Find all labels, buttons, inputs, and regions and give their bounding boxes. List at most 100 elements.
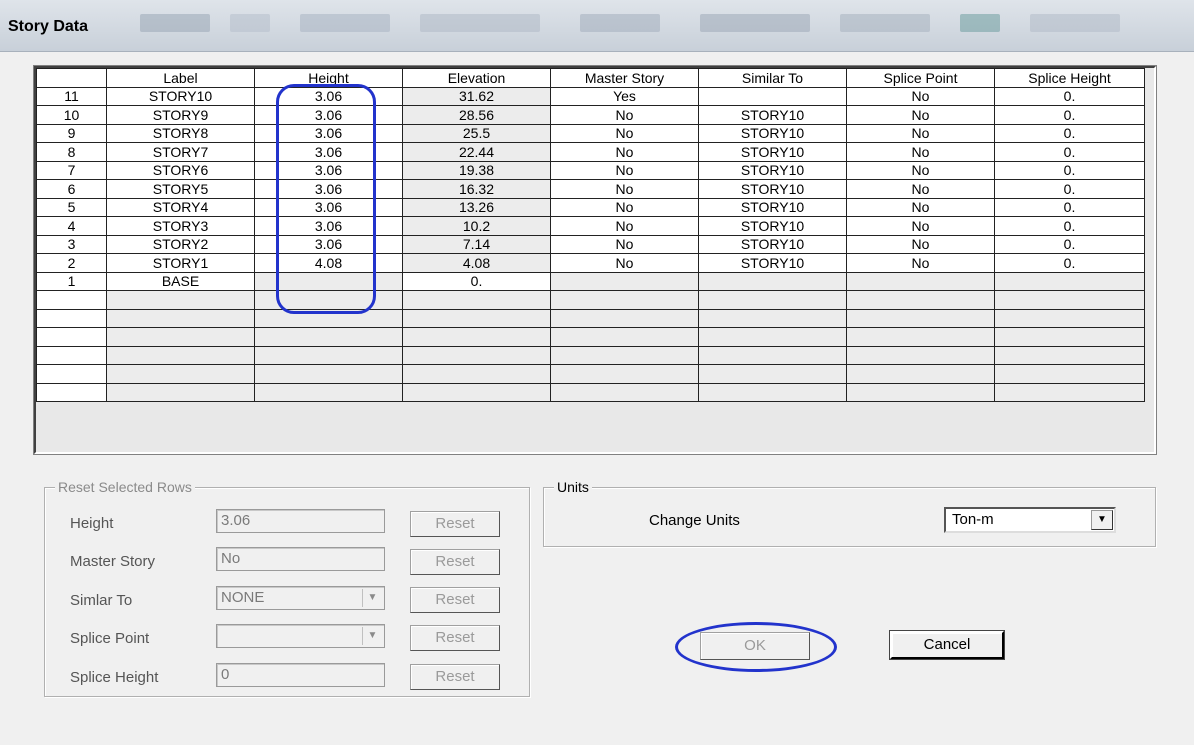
row-number[interactable]: 2: [36, 253, 107, 273]
table-row[interactable]: 1 BASE 0.: [36, 271, 1145, 291]
cell-height[interactable]: 3.06: [254, 86, 403, 106]
empty-cell[interactable]: [106, 290, 255, 310]
cell-similar-to[interactable]: STORY10: [698, 216, 847, 236]
empty-cell[interactable]: [846, 308, 995, 328]
row-number[interactable]: [36, 308, 107, 328]
cell-splice-point[interactable]: No: [846, 105, 995, 125]
cell-similar-to[interactable]: STORY10: [698, 179, 847, 199]
cell-elevation[interactable]: 4.08: [402, 253, 551, 273]
column-header-master-story[interactable]: Master Story: [550, 68, 699, 88]
column-header-label[interactable]: Label: [106, 68, 255, 88]
cell-similar-to[interactable]: STORY10: [698, 160, 847, 180]
cell-label[interactable]: STORY3: [106, 216, 255, 236]
cell-splice-height[interactable]: 0.: [994, 234, 1145, 254]
cell-height[interactable]: 3.06: [254, 234, 403, 254]
table-row[interactable]: 8 STORY7 3.06 22.44 No STORY10 No 0.: [36, 142, 1145, 162]
table-row[interactable]: 5 STORY4 3.06 13.26 No STORY10 No 0.: [36, 197, 1145, 217]
reset-similar-button[interactable]: Reset: [410, 587, 500, 613]
empty-cell[interactable]: [846, 290, 995, 310]
empty-cell[interactable]: [698, 290, 847, 310]
cell-splice-point[interactable]: No: [846, 216, 995, 236]
empty-cell[interactable]: [254, 290, 403, 310]
column-header-height[interactable]: Height: [254, 68, 403, 88]
ok-button[interactable]: OK: [700, 632, 810, 660]
cell-master-story[interactable]: Yes: [550, 86, 699, 106]
cell-height[interactable]: 3.06: [254, 142, 403, 162]
reset-splice-point-button[interactable]: Reset: [410, 625, 500, 651]
cell-splice-height[interactable]: [994, 271, 1145, 291]
table-row[interactable]: 3 STORY2 3.06 7.14 No STORY10 No 0.: [36, 234, 1145, 254]
story-data-grid[interactable]: Label Height Elevation Master Story Simi…: [33, 65, 1157, 455]
empty-cell[interactable]: [698, 345, 847, 365]
empty-cell[interactable]: [994, 290, 1145, 310]
table-row[interactable]: 10 STORY9 3.06 28.56 No STORY10 No 0.: [36, 105, 1145, 125]
empty-cell[interactable]: [254, 382, 403, 402]
row-number[interactable]: 10: [36, 105, 107, 125]
table-row[interactable]: 4 STORY3 3.06 10.2 No STORY10 No 0.: [36, 216, 1145, 236]
cell-master-story[interactable]: No: [550, 142, 699, 162]
cell-master-story[interactable]: No: [550, 253, 699, 273]
cell-height[interactable]: [254, 271, 403, 291]
column-header-similar-to[interactable]: Similar To: [698, 68, 847, 88]
cell-splice-height[interactable]: 0.: [994, 160, 1145, 180]
cell-elevation[interactable]: 16.32: [402, 179, 551, 199]
cell-elevation[interactable]: 19.38: [402, 160, 551, 180]
row-number[interactable]: 9: [36, 123, 107, 143]
empty-cell[interactable]: [846, 382, 995, 402]
cell-label[interactable]: STORY4: [106, 197, 255, 217]
cell-label[interactable]: STORY1: [106, 253, 255, 273]
reset-height-field[interactable]: 3.06: [216, 509, 385, 533]
units-select[interactable]: Ton-m ▼: [944, 507, 1116, 533]
empty-cell[interactable]: [106, 308, 255, 328]
cell-height[interactable]: 3.06: [254, 105, 403, 125]
row-number[interactable]: 5: [36, 197, 107, 217]
cell-similar-to[interactable]: STORY10: [698, 123, 847, 143]
empty-cell[interactable]: [402, 364, 551, 384]
empty-cell[interactable]: [846, 345, 995, 365]
empty-row[interactable]: [36, 345, 1145, 365]
table-row[interactable]: 9 STORY8 3.06 25.5 No STORY10 No 0.: [36, 123, 1145, 143]
table-row[interactable]: 11 STORY10 3.06 31.62 Yes No 0.: [36, 86, 1145, 106]
reset-similar-select[interactable]: NONE ▼: [216, 586, 385, 610]
cell-splice-height[interactable]: 0.: [994, 142, 1145, 162]
empty-cell[interactable]: [106, 382, 255, 402]
column-header-splice-point[interactable]: Splice Point: [846, 68, 995, 88]
cell-splice-height[interactable]: 0.: [994, 253, 1145, 273]
empty-cell[interactable]: [550, 290, 699, 310]
row-number[interactable]: 6: [36, 179, 107, 199]
cell-height[interactable]: 4.08: [254, 253, 403, 273]
table-row[interactable]: 7 STORY6 3.06 19.38 No STORY10 No 0.: [36, 160, 1145, 180]
empty-cell[interactable]: [254, 327, 403, 347]
reset-master-button[interactable]: Reset: [410, 549, 500, 575]
cell-splice-height[interactable]: 0.: [994, 197, 1145, 217]
cell-similar-to[interactable]: STORY10: [698, 142, 847, 162]
empty-cell[interactable]: [846, 364, 995, 384]
cell-master-story[interactable]: No: [550, 216, 699, 236]
cell-master-story[interactable]: [550, 271, 699, 291]
empty-cell[interactable]: [994, 382, 1145, 402]
cell-elevation[interactable]: 31.62: [402, 86, 551, 106]
cell-elevation[interactable]: 25.5: [402, 123, 551, 143]
cell-master-story[interactable]: No: [550, 160, 699, 180]
cell-label[interactable]: STORY2: [106, 234, 255, 254]
cell-label[interactable]: STORY9: [106, 105, 255, 125]
cell-splice-point[interactable]: No: [846, 142, 995, 162]
cell-elevation[interactable]: 13.26: [402, 197, 551, 217]
reset-master-field[interactable]: No: [216, 547, 385, 571]
empty-cell[interactable]: [550, 327, 699, 347]
cell-height[interactable]: 3.06: [254, 123, 403, 143]
cell-splice-height[interactable]: 0.: [994, 216, 1145, 236]
cell-master-story[interactable]: No: [550, 197, 699, 217]
empty-cell[interactable]: [402, 290, 551, 310]
cell-splice-point[interactable]: No: [846, 86, 995, 106]
row-number[interactable]: [36, 345, 107, 365]
reset-splice-height-field[interactable]: 0: [216, 663, 385, 687]
cell-splice-point[interactable]: No: [846, 179, 995, 199]
cell-splice-point[interactable]: No: [846, 123, 995, 143]
empty-cell[interactable]: [402, 308, 551, 328]
cell-master-story[interactable]: No: [550, 234, 699, 254]
empty-cell[interactable]: [994, 327, 1145, 347]
empty-cell[interactable]: [254, 308, 403, 328]
empty-cell[interactable]: [106, 327, 255, 347]
empty-cell[interactable]: [550, 345, 699, 365]
